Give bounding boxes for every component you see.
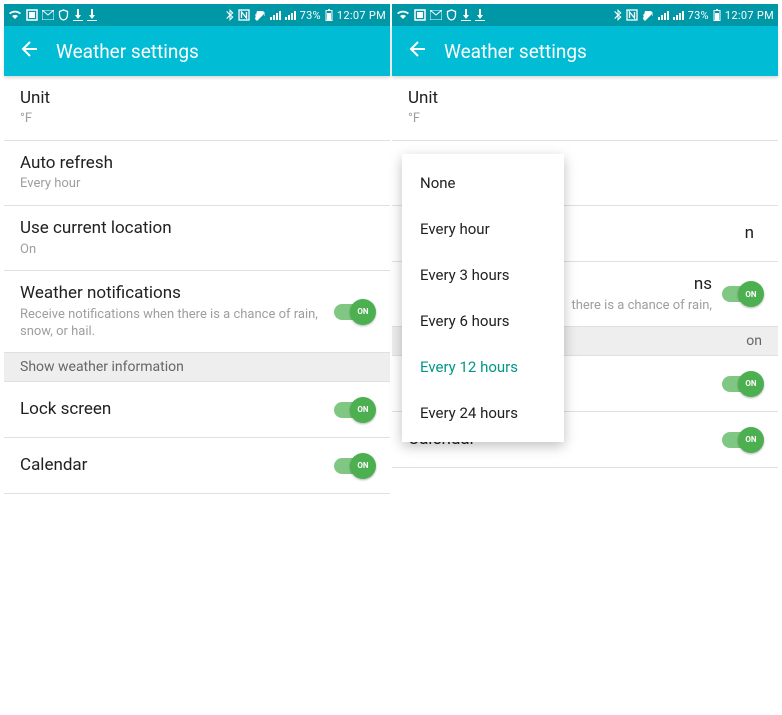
gmail-icon xyxy=(430,10,442,20)
menu-item-none[interactable]: None xyxy=(402,160,564,206)
battery-icon xyxy=(713,9,721,21)
setting-sub: °F xyxy=(408,111,754,128)
auto-refresh-menu: None Every hour Every 3 hours Every 6 ho… xyxy=(402,154,564,442)
screenshot-icon xyxy=(414,9,426,21)
signal-icon xyxy=(658,10,669,20)
vibrate-icon xyxy=(254,9,266,21)
download-icon xyxy=(461,9,471,21)
status-time: 12:07 PM xyxy=(725,9,774,22)
toggle-on-label: ON xyxy=(350,453,376,479)
menu-item-1h[interactable]: Every hour xyxy=(402,206,564,252)
battery-percent: 73% xyxy=(300,9,321,22)
wifi-calling-icon xyxy=(8,9,22,21)
toggle-calendar[interactable]: ON xyxy=(720,429,762,451)
setting-title: Unit xyxy=(20,88,366,109)
battery-percent: 73% xyxy=(688,9,709,22)
status-time: 12:07 PM xyxy=(337,9,386,22)
setting-title: Weather notifications xyxy=(20,283,324,304)
status-right-icons: 73% 12:07 PM xyxy=(226,9,386,22)
toggle-calendar[interactable]: ON xyxy=(332,455,374,477)
menu-item-3h[interactable]: Every 3 hours xyxy=(402,252,564,298)
shield-icon xyxy=(446,9,457,21)
section-header-show-weather-info: Show weather information xyxy=(4,353,390,382)
toggle-on-label: ON xyxy=(738,371,764,397)
signal-icon-2 xyxy=(285,10,296,20)
download-icon xyxy=(73,9,83,21)
setting-title: Use current location xyxy=(20,218,366,239)
bluetooth-icon xyxy=(614,9,622,21)
nfc-icon xyxy=(238,9,250,21)
settings-list: Unit °F Auto refresh Every hour n ns the… xyxy=(392,76,778,468)
signal-icon xyxy=(270,10,281,20)
signal-icon-2 xyxy=(673,10,684,20)
page-title: Weather settings xyxy=(444,40,587,63)
app-bar: Weather settings xyxy=(392,26,778,76)
setting-title: Lock screen xyxy=(20,399,324,420)
toggle-on-label: ON xyxy=(350,397,376,423)
status-left-icons xyxy=(396,9,485,21)
setting-title: Calendar xyxy=(20,455,324,476)
nfc-icon xyxy=(626,9,638,21)
status-bar: 73% 12:07 PM xyxy=(392,4,778,26)
wifi-calling-icon xyxy=(396,9,410,21)
vibrate-icon xyxy=(642,9,654,21)
setting-lock-screen[interactable]: Lock screen ON xyxy=(4,382,390,438)
setting-auto-refresh[interactable]: Auto refresh Every hour xyxy=(4,141,390,206)
setting-sub: On xyxy=(20,242,366,259)
setting-title: Unit xyxy=(408,88,754,109)
shield-icon xyxy=(58,9,69,21)
setting-sub: Receive notifications when there is a ch… xyxy=(20,307,324,341)
menu-item-6h[interactable]: Every 6 hours xyxy=(402,298,564,344)
download-icon-2 xyxy=(475,9,485,21)
setting-title: Auto refresh xyxy=(20,153,366,174)
setting-use-current-location[interactable]: Use current location On xyxy=(4,206,390,271)
status-right-icons: 73% 12:07 PM xyxy=(614,9,774,22)
back-icon[interactable] xyxy=(406,39,426,63)
toggle-weather-notifications[interactable]: ON xyxy=(332,301,374,323)
toggle-on-label: ON xyxy=(738,427,764,453)
gmail-icon xyxy=(42,10,54,20)
back-icon[interactable] xyxy=(18,39,38,63)
screenshot-left: 73% 12:07 PM Weather settings Unit °F xyxy=(4,4,390,711)
status-bar: 73% 12:07 PM xyxy=(4,4,390,26)
toggle-weather-notifications[interactable]: ON xyxy=(720,283,762,305)
menu-item-24h[interactable]: Every 24 hours xyxy=(402,390,564,436)
setting-weather-notifications[interactable]: Weather notifications Receive notificati… xyxy=(4,271,390,353)
toggle-lock-screen[interactable]: ON xyxy=(720,373,762,395)
setting-sub: Every hour xyxy=(20,176,366,193)
setting-calendar[interactable]: Calendar ON xyxy=(4,438,390,494)
setting-unit[interactable]: Unit °F xyxy=(392,76,778,141)
toggle-lock-screen[interactable]: ON xyxy=(332,399,374,421)
setting-sub: °F xyxy=(20,111,366,128)
app-bar: Weather settings xyxy=(4,26,390,76)
screenshot-icon xyxy=(26,9,38,21)
screenshot-right: 73% 12:07 PM Weather settings Unit °F xyxy=(392,4,778,711)
battery-icon xyxy=(325,9,333,21)
menu-item-12h[interactable]: Every 12 hours xyxy=(402,344,564,390)
setting-unit[interactable]: Unit °F xyxy=(4,76,390,141)
page-title: Weather settings xyxy=(56,40,199,63)
toggle-on-label: ON xyxy=(350,299,376,325)
settings-list: Unit °F Auto refresh Every hour Use curr… xyxy=(4,76,390,494)
bluetooth-icon xyxy=(226,9,234,21)
toggle-on-label: ON xyxy=(738,281,764,307)
download-icon-2 xyxy=(87,9,97,21)
status-left-icons xyxy=(8,9,97,21)
